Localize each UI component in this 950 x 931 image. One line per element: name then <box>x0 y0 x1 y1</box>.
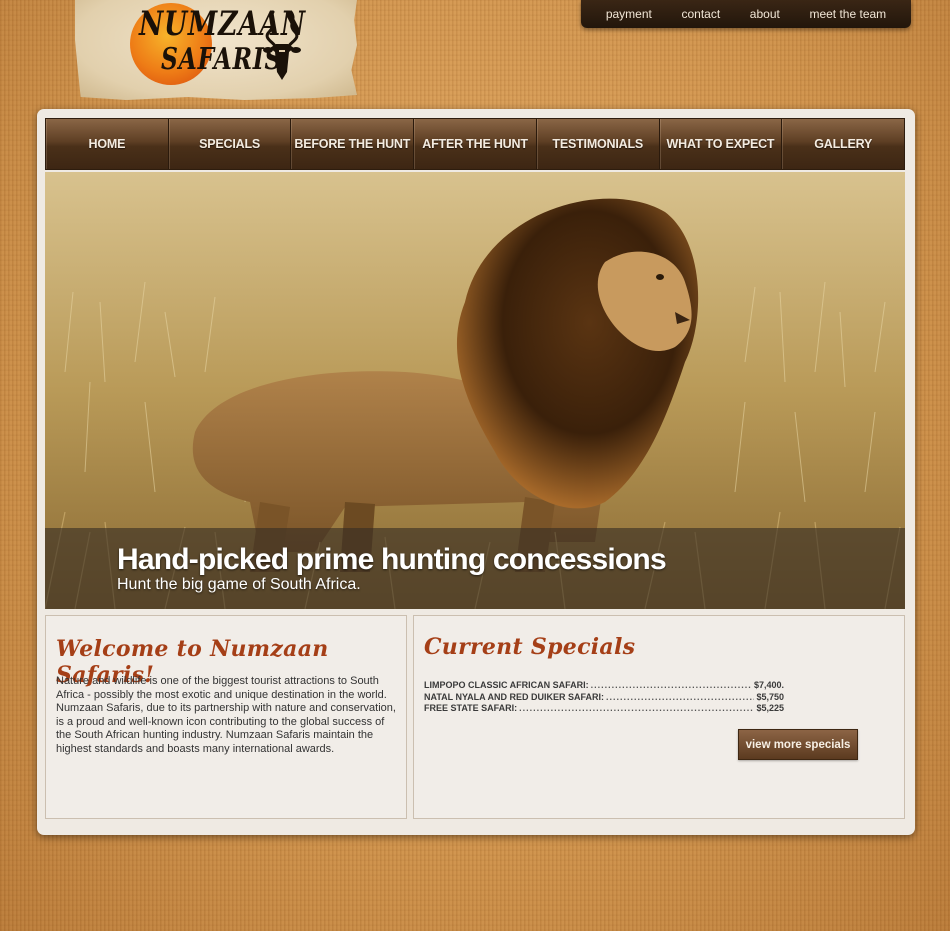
hero-banner: Hand-picked prime hunting concessions Hu… <box>45 172 905 609</box>
top-nav-meet-the-team[interactable]: meet the team <box>809 7 886 21</box>
specials-heading: Current Specials <box>424 634 636 660</box>
top-utility-nav: payment contact about meet the team <box>581 0 911 28</box>
nav-before-the-hunt[interactable]: BEFORE THE HUNT <box>291 119 415 169</box>
view-more-specials-button[interactable]: view more specials <box>738 729 858 760</box>
hero-title: Hand-picked prime hunting concessions <box>117 543 667 576</box>
special-item[interactable]: LIMPOPO CLASSIC AFRICAN SAFARI: $7,400. <box>424 680 784 692</box>
specials-list: LIMPOPO CLASSIC AFRICAN SAFARI: $7,400. … <box>424 680 784 715</box>
special-name: LIMPOPO CLASSIC AFRICAN SAFARI: <box>424 680 589 690</box>
special-item[interactable]: FREE STATE SAFARI: $5,225 <box>424 703 784 715</box>
nav-after-the-hunt[interactable]: AFTER THE HUNT <box>414 119 537 169</box>
special-leader <box>591 680 752 692</box>
main-nav: HOME SPECIALS BEFORE THE HUNT AFTER THE … <box>45 118 905 170</box>
special-leader <box>519 703 754 715</box>
hero-subtitle: Hunt the big game of South Africa. <box>117 576 361 593</box>
special-price: $7,400. <box>753 680 784 690</box>
nav-home[interactable]: HOME <box>46 119 169 169</box>
special-name: NATAL NYALA AND RED DUIKER SAFARI: <box>424 691 605 702</box>
special-leader <box>606 692 754 704</box>
top-nav-contact[interactable]: contact <box>681 7 720 21</box>
hero-caption: Hand-picked prime hunting concessions Hu… <box>45 528 905 609</box>
special-price: $5,750 <box>756 691 784 702</box>
special-price: $5,225 <box>756 703 784 713</box>
kudu-head-icon <box>263 10 301 80</box>
special-item[interactable]: NATAL NYALA AND RED DUIKER SAFARI: $5,75… <box>424 692 784 704</box>
special-name: FREE STATE SAFARI: <box>424 703 518 713</box>
specials-panel: Current Specials LIMPOPO CLASSIC AFRICAN… <box>413 615 905 819</box>
nav-testimonials[interactable]: TESTIMONIALS <box>537 119 660 169</box>
site-logo[interactable]: NUMZAAN SAFARIS <box>75 0 357 100</box>
top-nav-payment[interactable]: payment <box>606 7 652 21</box>
nav-specials[interactable]: SPECIALS <box>169 119 292 169</box>
welcome-body: Nature and wildlife is one of the bigges… <box>56 675 396 755</box>
nav-gallery[interactable]: GALLERY <box>782 119 904 169</box>
main-container: HOME SPECIALS BEFORE THE HUNT AFTER THE … <box>37 109 915 835</box>
nav-what-to-expect[interactable]: WHAT TO EXPECT <box>660 119 783 169</box>
welcome-panel: Welcome to Numzaan Safaris! Nature and w… <box>45 615 407 819</box>
top-nav-about[interactable]: about <box>750 7 780 21</box>
